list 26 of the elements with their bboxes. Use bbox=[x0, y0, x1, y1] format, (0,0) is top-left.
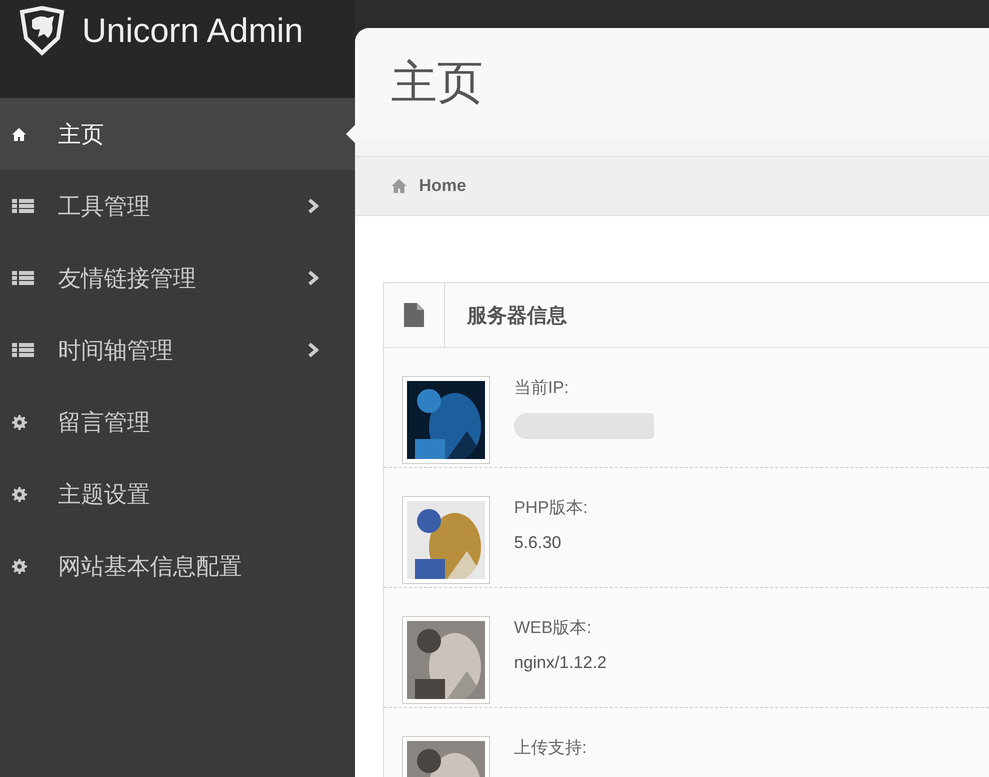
brand-title: Unicorn Admin bbox=[82, 11, 304, 52]
info-value: 5.6.30 bbox=[514, 533, 562, 553]
sidebar-item[interactable]: 工具管理 bbox=[0, 170, 355, 242]
list-icon bbox=[12, 343, 34, 357]
sidebar-item[interactable]: 主题设置 bbox=[0, 458, 355, 530]
home-icon bbox=[12, 128, 26, 140]
home-icon bbox=[391, 179, 407, 193]
info-label: PHP版本: bbox=[514, 497, 588, 519]
sidebar-item[interactable]: 时间轴管理 bbox=[0, 314, 355, 386]
info-label: 当前IP: bbox=[514, 377, 570, 399]
settings-icon bbox=[12, 486, 27, 502]
info-label: 上传支持: bbox=[514, 737, 587, 759]
info-label: WEB版本: bbox=[514, 617, 592, 639]
page-title: 主页 bbox=[391, 55, 483, 110]
info-value: nginx/1.12.2 bbox=[514, 653, 607, 673]
list-icon bbox=[12, 271, 34, 285]
document-icon bbox=[404, 303, 424, 327]
sidebar-item[interactable]: 留言管理 bbox=[0, 386, 355, 458]
list-icon bbox=[12, 199, 34, 213]
sidebar-item[interactable]: 网站基本信息配置 bbox=[0, 530, 355, 602]
settings-icon bbox=[12, 414, 27, 430]
breadcrumb-link[interactable]: Home bbox=[419, 176, 466, 196]
sidebar-item[interactable]: 友情链接管理 bbox=[0, 242, 355, 314]
widget-title: 服务器信息 bbox=[467, 304, 567, 328]
sidebar-item[interactable]: 主页 bbox=[0, 98, 355, 170]
settings-icon bbox=[12, 558, 27, 574]
